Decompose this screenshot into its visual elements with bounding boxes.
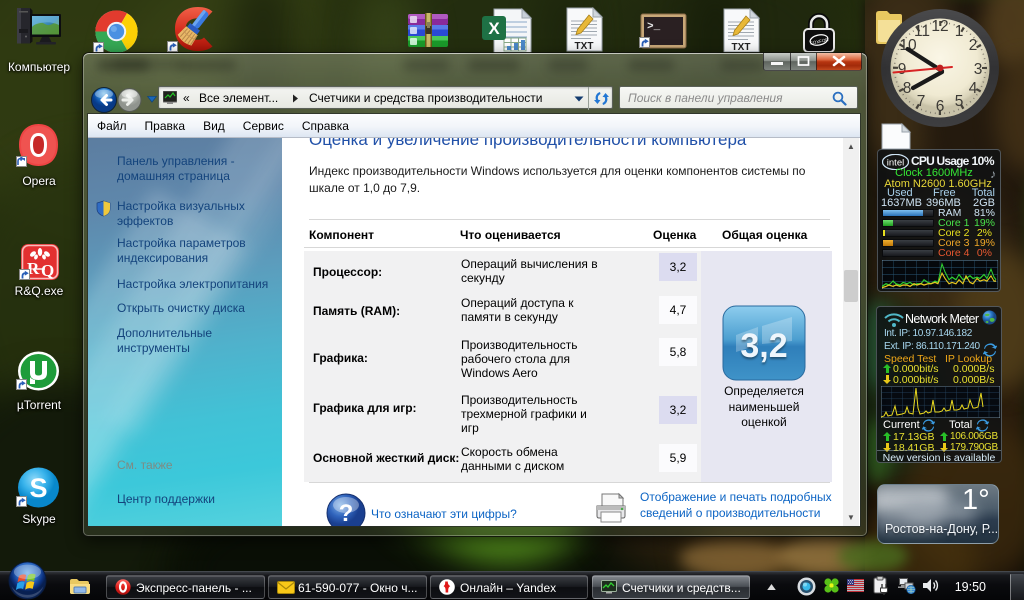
svg-text:1: 1 — [955, 23, 964, 40]
svg-text:3: 3 — [974, 61, 983, 78]
svg-text:2: 2 — [969, 37, 978, 54]
svg-text:7: 7 — [917, 93, 926, 110]
svg-text:3,2: 3,2 — [740, 327, 787, 365]
svg-text:12: 12 — [931, 18, 948, 35]
svg-text:8: 8 — [903, 80, 912, 97]
svg-text:11: 11 — [914, 23, 930, 40]
svg-text:5: 5 — [955, 93, 964, 110]
svg-text:S: S — [29, 473, 47, 503]
svg-text:Q: Q — [41, 261, 54, 280]
svg-text:TXT: TXT — [732, 42, 751, 53]
svg-text:6: 6 — [936, 98, 945, 115]
svg-text:X: X — [488, 19, 500, 38]
svg-text:9: 9 — [898, 61, 907, 78]
svg-text:?: ? — [339, 500, 354, 526]
svg-text:TXT: TXT — [575, 41, 594, 52]
svg-text:>_: >_ — [647, 21, 661, 33]
svg-text:4: 4 — [969, 80, 978, 97]
